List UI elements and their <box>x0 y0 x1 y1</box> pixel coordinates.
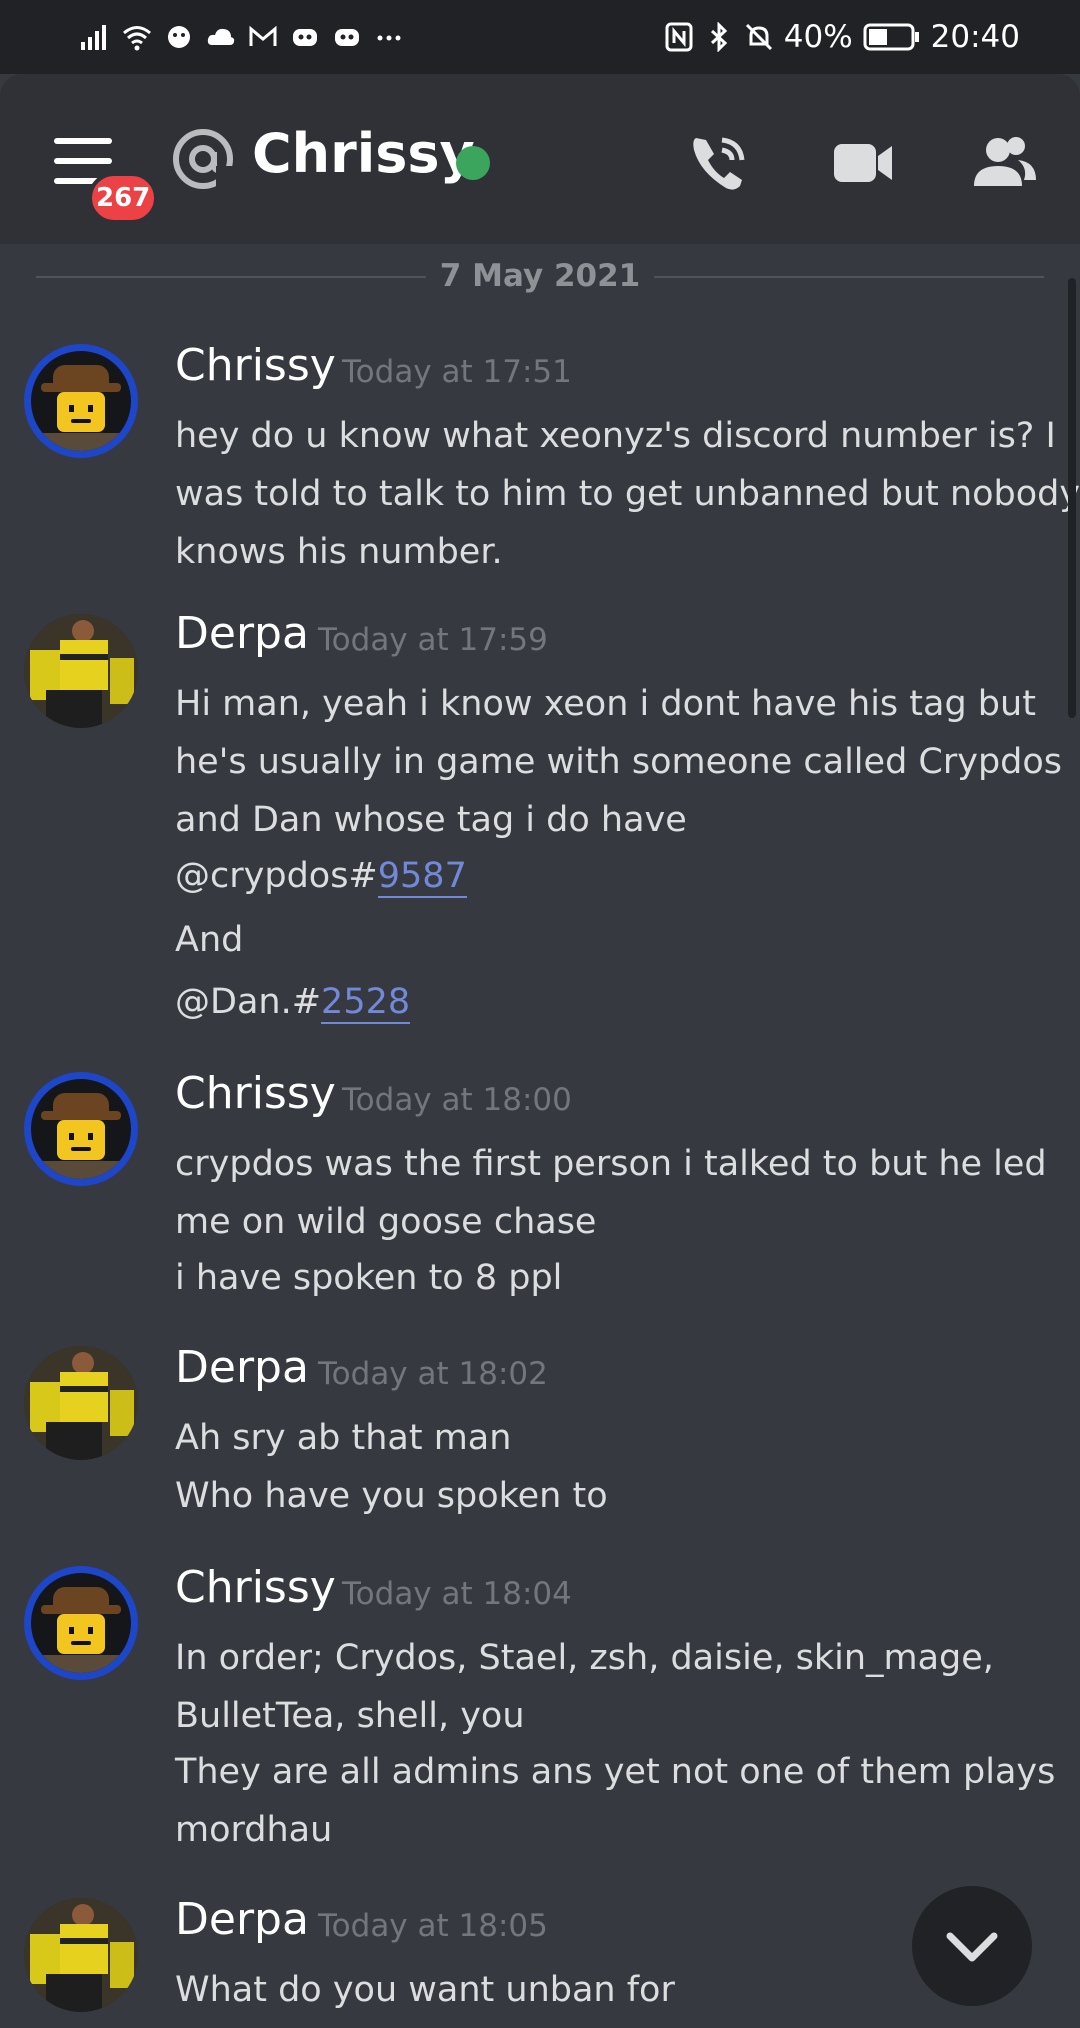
mention-line: @crypdos#9587 <box>175 856 467 898</box>
channel-header: 267 Chrissy <box>0 74 1080 244</box>
battery-percent: 40% <box>783 19 853 55</box>
date-divider-label: 7 May 2021 <box>439 258 641 294</box>
message-author[interactable]: Chrissy <box>175 340 336 391</box>
channel-title: Chrissy <box>252 122 475 185</box>
status-bar: 40% 20:40 <box>0 0 1080 74</box>
message-text: crypdos was the first person i talked to… <box>175 1144 1047 1184</box>
message-timestamp: Today at 17:51 <box>342 354 572 390</box>
message-text: knows his number. <box>175 532 503 572</box>
cloud-icon <box>207 28 235 45</box>
status-icons-left <box>80 14 404 60</box>
mention-text: @crypdos# <box>175 856 378 896</box>
online-status-icon <box>456 146 490 180</box>
member-list-icon[interactable] <box>972 130 1038 196</box>
wifi-icon <box>123 26 151 51</box>
status-icons-right: 40% 20:40 <box>664 14 1020 60</box>
message-timestamp: Today at 18:00 <box>342 1082 572 1118</box>
message-text: and Dan whose tag i do have <box>175 800 687 840</box>
discord-notification-icon <box>293 29 317 46</box>
bell-muted-icon <box>745 23 772 51</box>
message-text: They are all admins ans yet not one of t… <box>175 1752 1056 1792</box>
mention-line: @Dan.#2528 <box>175 982 411 1024</box>
date-divider: 7 May 2021 <box>36 254 1044 298</box>
at-sign-icon <box>173 129 234 190</box>
signal-icon <box>81 25 106 50</box>
message-text: In order; Crydos, Stael, zsh, daisie, sk… <box>175 1638 994 1678</box>
message-text: mordhau <box>175 1810 333 1850</box>
more-notifications-icon <box>377 35 401 41</box>
message-timestamp: Today at 18:04 <box>342 1576 572 1612</box>
phone-number-link[interactable]: 9587 <box>377 856 467 898</box>
discord-notification-icon-2 <box>335 29 359 46</box>
voice-call-icon[interactable] <box>686 130 752 196</box>
app-notification-icon <box>168 26 190 48</box>
avatar[interactable] <box>24 1566 138 1680</box>
message-text: he's usually in game with someone called… <box>175 742 1063 782</box>
mention-text: @Dan.# <box>175 982 322 1022</box>
scrollbar[interactable] <box>1068 278 1076 718</box>
avatar[interactable] <box>24 344 138 458</box>
avatar[interactable] <box>24 1898 138 2012</box>
message-text: Ah sry ab that man <box>175 1418 512 1458</box>
nfc-icon <box>665 22 693 52</box>
message-text: Hi man, yeah i know xeon i dont have his… <box>175 684 1036 724</box>
message-author[interactable]: Chrissy <box>175 1562 336 1613</box>
message-text: was told to talk to him to get unbanned … <box>175 474 1080 514</box>
message-text: What do you want unban for <box>175 1970 675 2010</box>
chevron-down-icon <box>946 1932 998 1962</box>
message-text: BulletTea, shell, you <box>175 1696 525 1736</box>
message-author[interactable]: Derpa <box>175 608 309 659</box>
jump-to-bottom-button[interactable] <box>912 1886 1032 2006</box>
avatar[interactable] <box>24 1072 138 1186</box>
message-timestamp: Today at 17:59 <box>318 622 548 658</box>
message-author[interactable]: Derpa <box>175 1894 309 1945</box>
avatar[interactable] <box>24 614 138 728</box>
battery-icon <box>863 23 919 51</box>
gmail-icon <box>249 25 277 46</box>
avatar[interactable] <box>24 1346 138 1460</box>
message-author[interactable]: Derpa <box>175 1342 309 1393</box>
clock: 20:40 <box>930 19 1020 55</box>
message-author[interactable]: Chrissy <box>175 1068 336 1119</box>
notification-badge: 267 <box>88 172 159 224</box>
video-call-icon[interactable] <box>830 130 896 196</box>
message-text: i have spoken to 8 ppl <box>175 1258 563 1298</box>
message-text: me on wild goose chase <box>175 1202 597 1242</box>
bluetooth-icon <box>710 22 727 52</box>
message-text: hey do u know what xeonyz's discord numb… <box>175 416 1056 456</box>
message-text: And <box>175 920 244 960</box>
message-timestamp: Today at 18:02 <box>318 1356 548 1392</box>
message-text: Who have you spoken to <box>175 1476 608 1516</box>
phone-number-link[interactable]: 2528 <box>321 982 411 1024</box>
message-timestamp: Today at 18:05 <box>318 1908 548 1944</box>
